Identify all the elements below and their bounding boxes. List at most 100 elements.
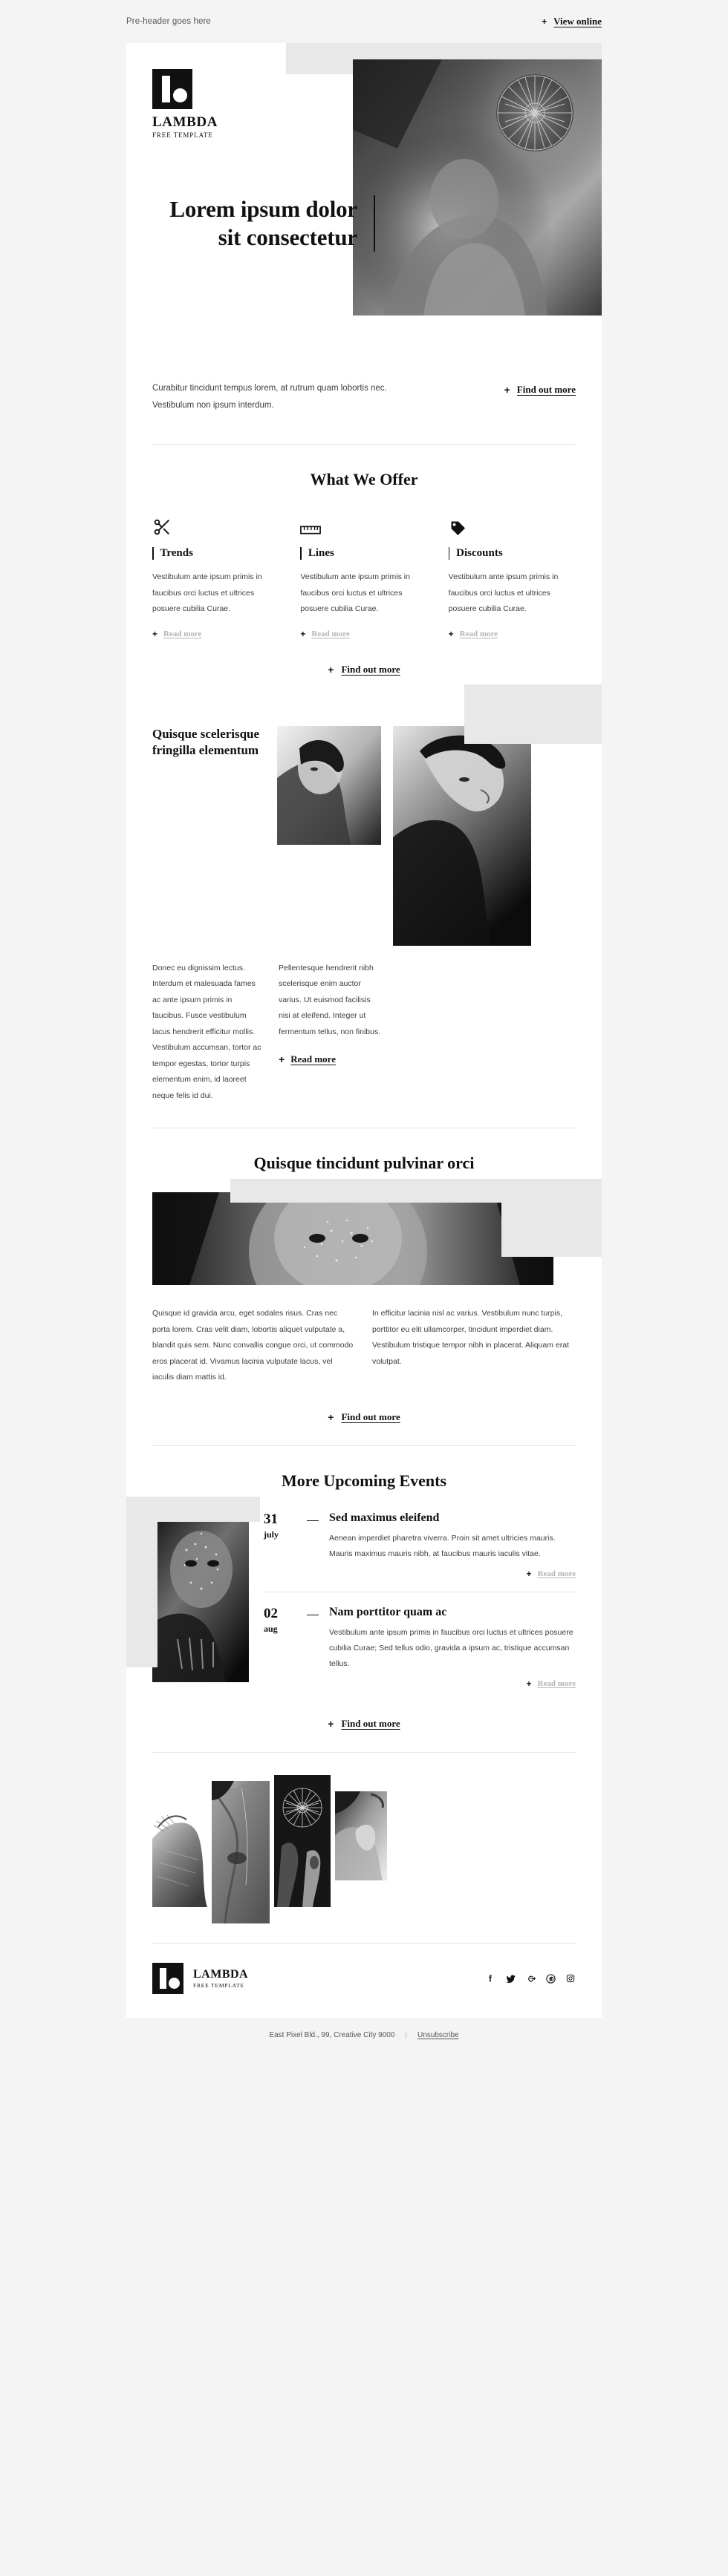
- event-day: 02: [264, 1605, 278, 1621]
- twitter-icon[interactable]: [505, 1973, 516, 1984]
- google-plus-icon[interactable]: [525, 1973, 536, 1984]
- feature-left: Quisque scelerisque fringilla elementum: [152, 726, 265, 946]
- offer-item-body: Vestibulum ante ipsum primis in faucibus…: [448, 572, 559, 614]
- offer-item-body: Vestibulum ante ipsum primis in faucibus…: [152, 572, 262, 614]
- event-body: Nam porttitor quam ac Vestibulum ante ip…: [329, 1606, 576, 1688]
- view-online-link[interactable]: + View online: [542, 16, 602, 27]
- intro-section: Curabitur tincidunt tempus lorem, at rut…: [126, 362, 602, 444]
- brand-logo[interactable]: LAMBDA FREE TEMPLATE: [152, 69, 218, 139]
- offer-item-name: Trends: [160, 547, 193, 559]
- plus-icon: +: [526, 1568, 532, 1579]
- deco-block-wide-right: [501, 1179, 602, 1258]
- wide-section: Quisque tincidunt pulvinar orci Quisque …: [126, 1128, 602, 1445]
- footer-section: LAMBDA FREE TEMPLATE: [126, 1944, 602, 2018]
- offer-item-trends: Trends Vestibulum ante ipsum primis in f…: [152, 514, 279, 638]
- event-body: Sed maximus eleifend Aenean imperdiet ph…: [329, 1511, 576, 1578]
- unsubscribe-link[interactable]: Unsubscribe: [417, 2031, 459, 2039]
- event-dash-icon: [307, 1520, 319, 1522]
- wide-banner-image: [152, 1192, 553, 1286]
- intro-cta[interactable]: + Find out more: [504, 380, 576, 396]
- hero-title-box: Lorem ipsum dolor sit consectetur: [152, 195, 375, 252]
- plus-icon: +: [328, 1410, 334, 1423]
- feature-columns: Donec eu dignissim lectus. Interdum et m…: [152, 961, 576, 1105]
- offer-item-head: Trends: [152, 547, 279, 560]
- offer-cta-label: Find out more: [341, 663, 400, 675]
- price-tag-icon: [449, 514, 576, 537]
- events-row: 31 july Sed maximus eleifend Aenean impe…: [126, 1511, 602, 1701]
- wide-left-text: Quisque id gravida arcu, eget sodales ri…: [152, 1309, 354, 1382]
- plus-icon: +: [300, 628, 306, 639]
- scissors-icon: [152, 514, 279, 537]
- offer-item-link[interactable]: + Read more: [152, 630, 279, 638]
- feature-image-a: [277, 725, 381, 845]
- feature-cta-label: Read more: [290, 1053, 336, 1065]
- preheader-text: Pre-header goes here: [126, 17, 211, 26]
- event-link-label: Read more: [537, 1678, 576, 1688]
- feature-image-b: [393, 725, 531, 946]
- offer-item-link[interactable]: + Read more: [300, 630, 427, 638]
- brand-tagline: FREE TEMPLATE: [152, 131, 213, 139]
- feature-title: Quisque scelerisque fringilla elementum: [152, 726, 260, 758]
- email-card: LAMBDA FREE TEMPLATE Lorem ipsum dolor s…: [126, 43, 602, 2018]
- hero-image: [353, 59, 602, 316]
- offer-item-link-label: Read more: [459, 629, 498, 638]
- preheader-bar: Pre-header goes here + View online: [0, 0, 728, 43]
- offer-item-lines: Lines Vestibulum ante ipsum primis in fa…: [300, 514, 427, 638]
- brand-name: LAMBDA: [152, 114, 218, 130]
- instagram-icon[interactable]: [565, 1973, 576, 1984]
- footer-brand-name: LAMBDA: [193, 1967, 249, 1981]
- wide-cta-label: Find out more: [341, 1410, 400, 1422]
- footer-brand-tagline: FREE TEMPLATE: [193, 1981, 244, 1989]
- plus-icon: +: [279, 1053, 285, 1066]
- wide-cta[interactable]: + Find out more: [126, 1411, 602, 1423]
- feature-left-text: Donec eu dignissim lectus. Interdum et m…: [152, 963, 261, 1100]
- gallery-image-2: [212, 1780, 270, 1923]
- event-day: 31: [264, 1511, 278, 1527]
- bottom-bar: East Pixel Bld., 99, Creative City 9000 …: [0, 2017, 728, 2062]
- wide-title: Quisque tincidunt pulvinar orci: [253, 1154, 475, 1173]
- event-month: aug: [264, 1623, 278, 1634]
- offer-title: What We Offer: [310, 470, 418, 488]
- social-links: [485, 1973, 576, 1984]
- lambda-logo-icon: [152, 69, 192, 109]
- deco-block-events-left: [126, 1496, 157, 1667]
- offer-columns: Trends Vestibulum ante ipsum primis in f…: [152, 514, 576, 638]
- gallery-image-4: [335, 1791, 387, 1880]
- event-text: Vestibulum ante ipsum primis in faucibus…: [329, 1627, 573, 1668]
- offer-item-name: Discounts: [456, 547, 503, 559]
- event-link[interactable]: + Read more: [329, 1569, 576, 1578]
- pinterest-icon[interactable]: [545, 1973, 556, 1984]
- footer-address: East Pixel Bld., 99, Creative City 9000: [269, 2030, 395, 2039]
- event-dash-icon: [307, 1614, 319, 1616]
- wide-right-text: In efficitur lacinia nisl ac varius. Ves…: [372, 1309, 569, 1366]
- offer-item-body: Vestibulum ante ipsum primis in faucibus…: [300, 572, 410, 614]
- event-date: 31 july: [264, 1511, 296, 1578]
- gallery-row: [152, 1774, 576, 1923]
- plus-icon: +: [328, 663, 334, 676]
- feature-cta[interactable]: + Read more: [279, 1053, 383, 1065]
- plus-icon: +: [542, 16, 547, 27]
- gallery-image-3: [274, 1774, 331, 1907]
- deco-block-feature: [464, 684, 602, 744]
- offer-section: What We Offer Trends Vestibulum ante ips…: [126, 445, 602, 698]
- plus-icon: +: [448, 628, 454, 639]
- intro-paragraph: Curabitur tincidunt tempus lorem, at rut…: [152, 384, 387, 410]
- intro-cta-label: Find out more: [516, 384, 576, 395]
- events-cta[interactable]: + Find out more: [126, 1718, 602, 1730]
- event-link[interactable]: + Read more: [329, 1679, 576, 1688]
- footer-brand[interactable]: LAMBDA FREE TEMPLATE: [152, 1962, 249, 1994]
- lambda-logo-icon: [152, 1962, 183, 1994]
- gallery-section: [126, 1752, 602, 1943]
- view-online-label: View online: [553, 16, 602, 27]
- hero-section: LAMBDA FREE TEMPLATE Lorem ipsum dolor s…: [126, 43, 602, 362]
- feature-section: Quisque scelerisque fringilla elementum: [126, 684, 602, 1128]
- offer-item-link-label: Read more: [311, 629, 350, 638]
- offer-cta[interactable]: + Find out more: [152, 664, 576, 676]
- offer-item-link[interactable]: + Read more: [449, 630, 576, 638]
- offer-item-head: Lines: [300, 547, 427, 560]
- events-list: 31 july Sed maximus eleifend Aenean impe…: [264, 1511, 576, 1701]
- offer-item-head: Discounts: [448, 547, 576, 560]
- facebook-icon[interactable]: [485, 1973, 495, 1984]
- page-title: Lorem ipsum dolor sit consectetur: [169, 196, 357, 250]
- plus-icon: +: [152, 628, 158, 639]
